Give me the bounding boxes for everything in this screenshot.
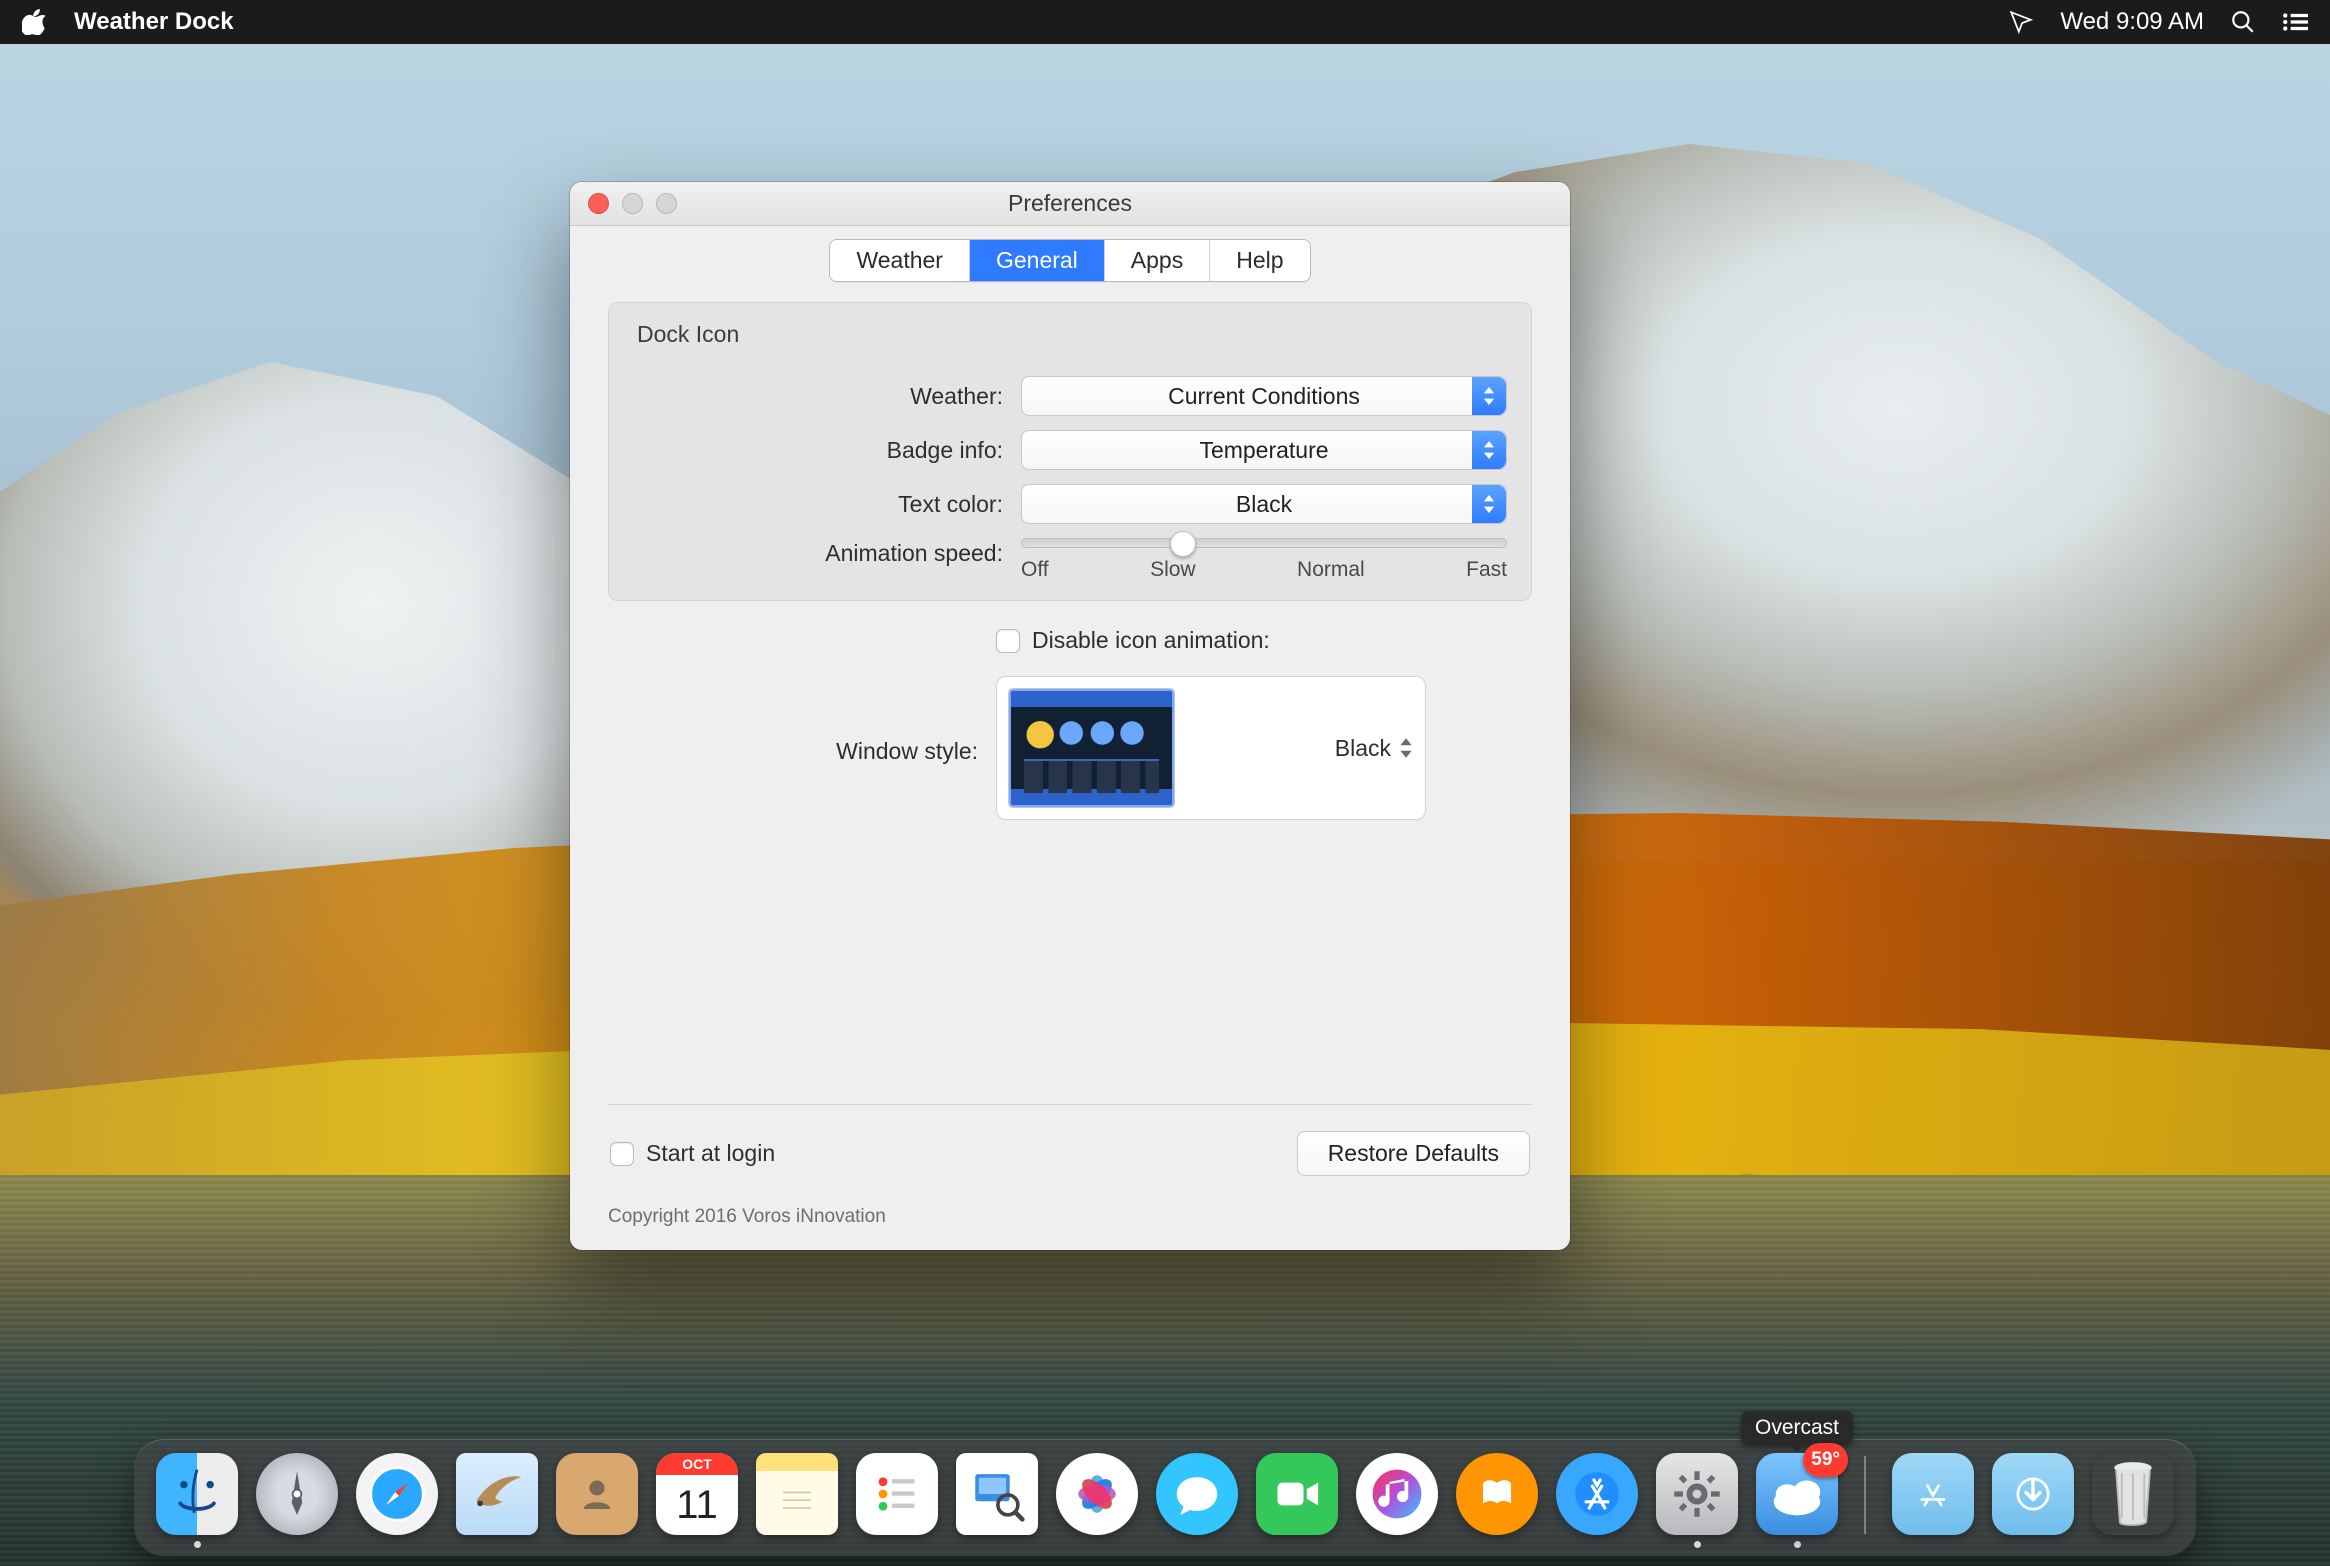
dock-folder-downloads[interactable]	[1992, 1453, 2074, 1548]
weather-select[interactable]: Current Conditions	[1021, 376, 1507, 416]
tab-weather[interactable]: Weather	[830, 240, 970, 281]
dock-contacts[interactable]	[556, 1453, 638, 1548]
copyright-text: Copyright 2016 Voros iNnovation	[608, 1176, 1532, 1250]
tab-apps[interactable]: Apps	[1105, 240, 1210, 281]
textcolor-label: Text color:	[633, 491, 1003, 518]
weather-label: Weather:	[633, 383, 1003, 410]
preferences-window: Preferences Weather General Apps Help Do…	[570, 182, 1570, 1250]
dock-item-label: Overcast	[1741, 1411, 1853, 1445]
window-titlebar[interactable]: Preferences	[570, 182, 1570, 226]
dock-folder-applications[interactable]	[1892, 1453, 1974, 1548]
dock-photos[interactable]	[1056, 1453, 1138, 1548]
dock-facetime[interactable]	[1256, 1453, 1338, 1548]
dock-messages[interactable]	[1156, 1453, 1238, 1548]
badge-select[interactable]: Temperature	[1021, 430, 1507, 470]
preferences-tabbar: Weather General Apps Help	[829, 239, 1310, 282]
animspeed-label: Animation speed:	[633, 538, 1003, 567]
window-zoom-button[interactable]	[656, 193, 677, 214]
apple-menu-icon[interactable]	[22, 9, 46, 35]
restore-defaults-button[interactable]: Restore Defaults	[1297, 1131, 1530, 1176]
window-title: Preferences	[570, 190, 1570, 217]
cursor-status-icon[interactable]	[2008, 9, 2034, 35]
checkbox-icon	[996, 629, 1020, 653]
dock-notes[interactable]	[756, 1453, 838, 1548]
menubar-clock[interactable]: Wed 9:09 AM	[2060, 8, 2204, 36]
disable-animation-checkbox[interactable]: Disable icon animation:	[996, 627, 1270, 654]
dock-badge: 59°	[1803, 1443, 1848, 1477]
dock-system-preferences[interactable]	[1656, 1453, 1738, 1548]
tab-help[interactable]: Help	[1210, 240, 1309, 281]
window-style-thumbnail	[1009, 689, 1174, 807]
dock-launchpad[interactable]	[256, 1453, 338, 1548]
dock-trash[interactable]	[2092, 1453, 2174, 1548]
tab-general[interactable]: General	[970, 240, 1105, 281]
dock-reminders[interactable]	[856, 1453, 938, 1548]
spotlight-search-icon[interactable]	[2230, 9, 2256, 35]
window-close-button[interactable]	[588, 193, 609, 214]
dock-separator	[1864, 1456, 1866, 1534]
dock-icon-group: Dock Icon Weather: Current Conditions Ba…	[608, 302, 1532, 601]
dock-finder[interactable]	[156, 1453, 238, 1548]
dock-itunes[interactable]	[1356, 1453, 1438, 1548]
dock-appstore[interactable]	[1556, 1453, 1638, 1548]
dock-preview[interactable]	[956, 1453, 1038, 1548]
windowstyle-label: Window style:	[608, 732, 978, 765]
dock-safari[interactable]	[356, 1453, 438, 1548]
checkbox-icon	[610, 1142, 634, 1166]
app-menu-title[interactable]: Weather Dock	[74, 8, 234, 36]
dock-weather-dock[interactable]: Overcast 59°	[1756, 1453, 1838, 1548]
start-at-login-checkbox[interactable]: Start at login	[610, 1140, 775, 1167]
window-minimize-button[interactable]	[622, 193, 643, 214]
group-title: Dock Icon	[633, 303, 1507, 362]
animspeed-slider[interactable]	[1021, 538, 1507, 548]
badge-label: Badge info:	[633, 437, 1003, 464]
system-menubar: Weather Dock Wed 9:09 AM	[0, 0, 2330, 44]
notification-center-icon[interactable]	[2282, 12, 2308, 32]
dock-calendar[interactable]: OCT 11	[656, 1453, 738, 1548]
window-style-picker[interactable]: Black	[996, 676, 1426, 820]
dock-ibooks[interactable]	[1456, 1453, 1538, 1548]
system-dock: OCT 11	[134, 1439, 2196, 1556]
dock-mail[interactable]	[456, 1453, 538, 1548]
textcolor-select[interactable]: Black	[1021, 484, 1507, 524]
